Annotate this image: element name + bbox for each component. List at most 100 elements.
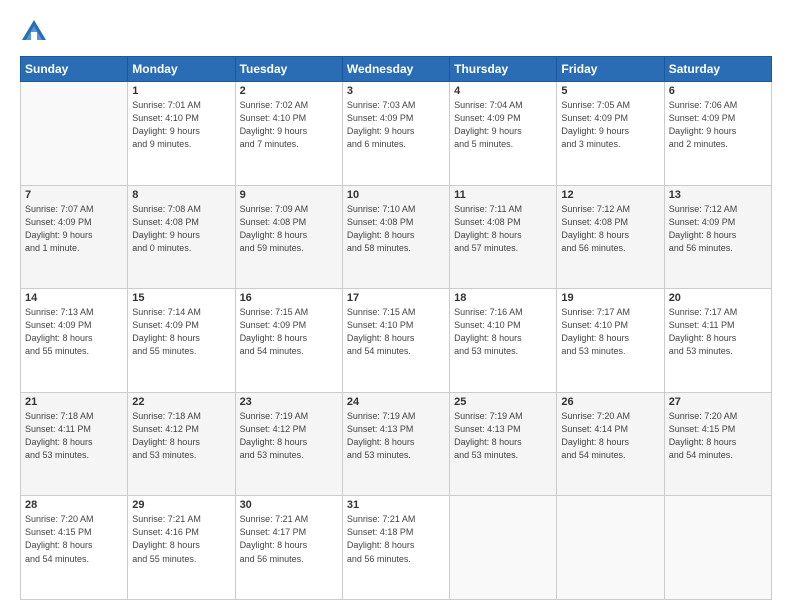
day-info: Sunrise: 7:13 AM Sunset: 4:09 PM Dayligh… [25, 306, 123, 358]
calendar-cell: 10 Sunrise: 7:10 AM Sunset: 4:08 PM Dayli… [342, 185, 449, 289]
day-number: 5 [561, 85, 659, 97]
day-info: Sunrise: 7:19 AM Sunset: 4:12 PM Dayligh… [240, 410, 338, 462]
day-info: Sunrise: 7:17 AM Sunset: 4:10 PM Dayligh… [561, 306, 659, 358]
calendar-cell [664, 496, 771, 600]
day-number: 6 [669, 85, 767, 97]
day-info: Sunrise: 7:19 AM Sunset: 4:13 PM Dayligh… [454, 410, 552, 462]
day-number: 4 [454, 85, 552, 97]
day-info: Sunrise: 7:11 AM Sunset: 4:08 PM Dayligh… [454, 203, 552, 255]
day-number: 8 [132, 189, 230, 201]
calendar-cell: 29 Sunrise: 7:21 AM Sunset: 4:16 PM Dayli… [128, 496, 235, 600]
logo-icon [20, 18, 48, 46]
day-info: Sunrise: 7:20 AM Sunset: 4:15 PM Dayligh… [669, 410, 767, 462]
calendar-cell: 4 Sunrise: 7:04 AM Sunset: 4:09 PM Daylig… [450, 82, 557, 186]
day-info: Sunrise: 7:15 AM Sunset: 4:10 PM Dayligh… [347, 306, 445, 358]
calendar-cell: 25 Sunrise: 7:19 AM Sunset: 4:13 PM Dayli… [450, 392, 557, 496]
day-info: Sunrise: 7:08 AM Sunset: 4:08 PM Dayligh… [132, 203, 230, 255]
day-info: Sunrise: 7:07 AM Sunset: 4:09 PM Dayligh… [25, 203, 123, 255]
calendar-week-row: 14 Sunrise: 7:13 AM Sunset: 4:09 PM Dayli… [21, 289, 772, 393]
calendar-cell [21, 82, 128, 186]
page: SundayMondayTuesdayWednesdayThursdayFrid… [0, 0, 792, 612]
day-info: Sunrise: 7:18 AM Sunset: 4:12 PM Dayligh… [132, 410, 230, 462]
day-info: Sunrise: 7:04 AM Sunset: 4:09 PM Dayligh… [454, 99, 552, 151]
logo [20, 18, 52, 46]
day-number: 7 [25, 189, 123, 201]
day-info: Sunrise: 7:18 AM Sunset: 4:11 PM Dayligh… [25, 410, 123, 462]
calendar-week-row: 28 Sunrise: 7:20 AM Sunset: 4:15 PM Dayli… [21, 496, 772, 600]
day-number: 16 [240, 292, 338, 304]
calendar-week-row: 7 Sunrise: 7:07 AM Sunset: 4:09 PM Daylig… [21, 185, 772, 289]
day-number: 21 [25, 396, 123, 408]
day-number: 24 [347, 396, 445, 408]
day-info: Sunrise: 7:06 AM Sunset: 4:09 PM Dayligh… [669, 99, 767, 151]
day-info: Sunrise: 7:20 AM Sunset: 4:14 PM Dayligh… [561, 410, 659, 462]
day-number: 13 [669, 189, 767, 201]
day-info: Sunrise: 7:16 AM Sunset: 4:10 PM Dayligh… [454, 306, 552, 358]
day-number: 12 [561, 189, 659, 201]
day-info: Sunrise: 7:12 AM Sunset: 4:09 PM Dayligh… [669, 203, 767, 255]
day-number: 19 [561, 292, 659, 304]
day-info: Sunrise: 7:09 AM Sunset: 4:08 PM Dayligh… [240, 203, 338, 255]
day-number: 10 [347, 189, 445, 201]
calendar-cell: 14 Sunrise: 7:13 AM Sunset: 4:09 PM Dayli… [21, 289, 128, 393]
calendar-cell: 21 Sunrise: 7:18 AM Sunset: 4:11 PM Dayli… [21, 392, 128, 496]
calendar-cell: 26Sunrise: 7:20 AM Sunset: 4:14 PM Dayli… [557, 392, 664, 496]
calendar-cell: 23 Sunrise: 7:19 AM Sunset: 4:12 PM Dayli… [235, 392, 342, 496]
calendar-cell: 11 Sunrise: 7:11 AM Sunset: 4:08 PM Dayli… [450, 185, 557, 289]
calendar-cell: 19 Sunrise: 7:17 AM Sunset: 4:10 PM Dayli… [557, 289, 664, 393]
calendar-cell: 6 Sunrise: 7:06 AM Sunset: 4:09 PM Daylig… [664, 82, 771, 186]
calendar-cell: 8 Sunrise: 7:08 AM Sunset: 4:08 PM Daylig… [128, 185, 235, 289]
calendar-cell: 27 Sunrise: 7:20 AM Sunset: 4:15 PM Dayli… [664, 392, 771, 496]
calendar-cell: 9 Sunrise: 7:09 AM Sunset: 4:08 PM Daylig… [235, 185, 342, 289]
day-info: Sunrise: 7:20 AM Sunset: 4:15 PM Dayligh… [25, 513, 123, 565]
weekday-header-row: SundayMondayTuesdayWednesdayThursdayFrid… [21, 57, 772, 82]
day-info: Sunrise: 7:12 AM Sunset: 4:08 PM Dayligh… [561, 203, 659, 255]
calendar-cell: 15 Sunrise: 7:14 AM Sunset: 4:09 PM Dayli… [128, 289, 235, 393]
day-info: Sunrise: 7:05 AM Sunset: 4:09 PM Dayligh… [561, 99, 659, 151]
calendar-cell: 1Sunrise: 7:01 AM Sunset: 4:10 PM Daylig… [128, 82, 235, 186]
day-number: 18 [454, 292, 552, 304]
day-number: 11 [454, 189, 552, 201]
calendar-cell: 31Sunrise: 7:21 AM Sunset: 4:18 PM Dayli… [342, 496, 449, 600]
day-info: Sunrise: 7:21 AM Sunset: 4:16 PM Dayligh… [132, 513, 230, 565]
day-info: Sunrise: 7:15 AM Sunset: 4:09 PM Dayligh… [240, 306, 338, 358]
calendar-cell: 17Sunrise: 7:15 AM Sunset: 4:10 PM Dayli… [342, 289, 449, 393]
calendar-cell: 13 Sunrise: 7:12 AM Sunset: 4:09 PM Dayli… [664, 185, 771, 289]
calendar-cell: 18 Sunrise: 7:16 AM Sunset: 4:10 PM Dayli… [450, 289, 557, 393]
weekday-header-sunday: Sunday [21, 57, 128, 82]
day-number: 15 [132, 292, 230, 304]
calendar-cell: 28 Sunrise: 7:20 AM Sunset: 4:15 PM Dayli… [21, 496, 128, 600]
calendar-cell: 5 Sunrise: 7:05 AM Sunset: 4:09 PM Daylig… [557, 82, 664, 186]
day-number: 14 [25, 292, 123, 304]
calendar-week-row: 1Sunrise: 7:01 AM Sunset: 4:10 PM Daylig… [21, 82, 772, 186]
day-number: 30 [240, 499, 338, 511]
day-number: 28 [25, 499, 123, 511]
day-number: 29 [132, 499, 230, 511]
calendar-cell: 22Sunrise: 7:18 AM Sunset: 4:12 PM Dayli… [128, 392, 235, 496]
calendar-cell: 20Sunrise: 7:17 AM Sunset: 4:11 PM Dayli… [664, 289, 771, 393]
calendar-cell: 30 Sunrise: 7:21 AM Sunset: 4:17 PM Dayli… [235, 496, 342, 600]
day-number: 9 [240, 189, 338, 201]
day-info: Sunrise: 7:02 AM Sunset: 4:10 PM Dayligh… [240, 99, 338, 151]
day-info: Sunrise: 7:21 AM Sunset: 4:17 PM Dayligh… [240, 513, 338, 565]
calendar-cell [450, 496, 557, 600]
day-info: Sunrise: 7:21 AM Sunset: 4:18 PM Dayligh… [347, 513, 445, 565]
weekday-header-tuesday: Tuesday [235, 57, 342, 82]
calendar-cell: 3Sunrise: 7:03 AM Sunset: 4:09 PM Daylig… [342, 82, 449, 186]
calendar-cell: 12 Sunrise: 7:12 AM Sunset: 4:08 PM Dayli… [557, 185, 664, 289]
day-number: 27 [669, 396, 767, 408]
weekday-header-saturday: Saturday [664, 57, 771, 82]
calendar-cell: 7 Sunrise: 7:07 AM Sunset: 4:09 PM Daylig… [21, 185, 128, 289]
header [20, 18, 772, 46]
calendar-cell: 2Sunrise: 7:02 AM Sunset: 4:10 PM Daylig… [235, 82, 342, 186]
day-info: Sunrise: 7:17 AM Sunset: 4:11 PM Dayligh… [669, 306, 767, 358]
day-info: Sunrise: 7:10 AM Sunset: 4:08 PM Dayligh… [347, 203, 445, 255]
weekday-header-wednesday: Wednesday [342, 57, 449, 82]
day-info: Sunrise: 7:01 AM Sunset: 4:10 PM Dayligh… [132, 99, 230, 151]
calendar-week-row: 21 Sunrise: 7:18 AM Sunset: 4:11 PM Dayli… [21, 392, 772, 496]
day-number: 25 [454, 396, 552, 408]
calendar-cell [557, 496, 664, 600]
day-number: 3 [347, 85, 445, 97]
day-number: 23 [240, 396, 338, 408]
day-info: Sunrise: 7:14 AM Sunset: 4:09 PM Dayligh… [132, 306, 230, 358]
